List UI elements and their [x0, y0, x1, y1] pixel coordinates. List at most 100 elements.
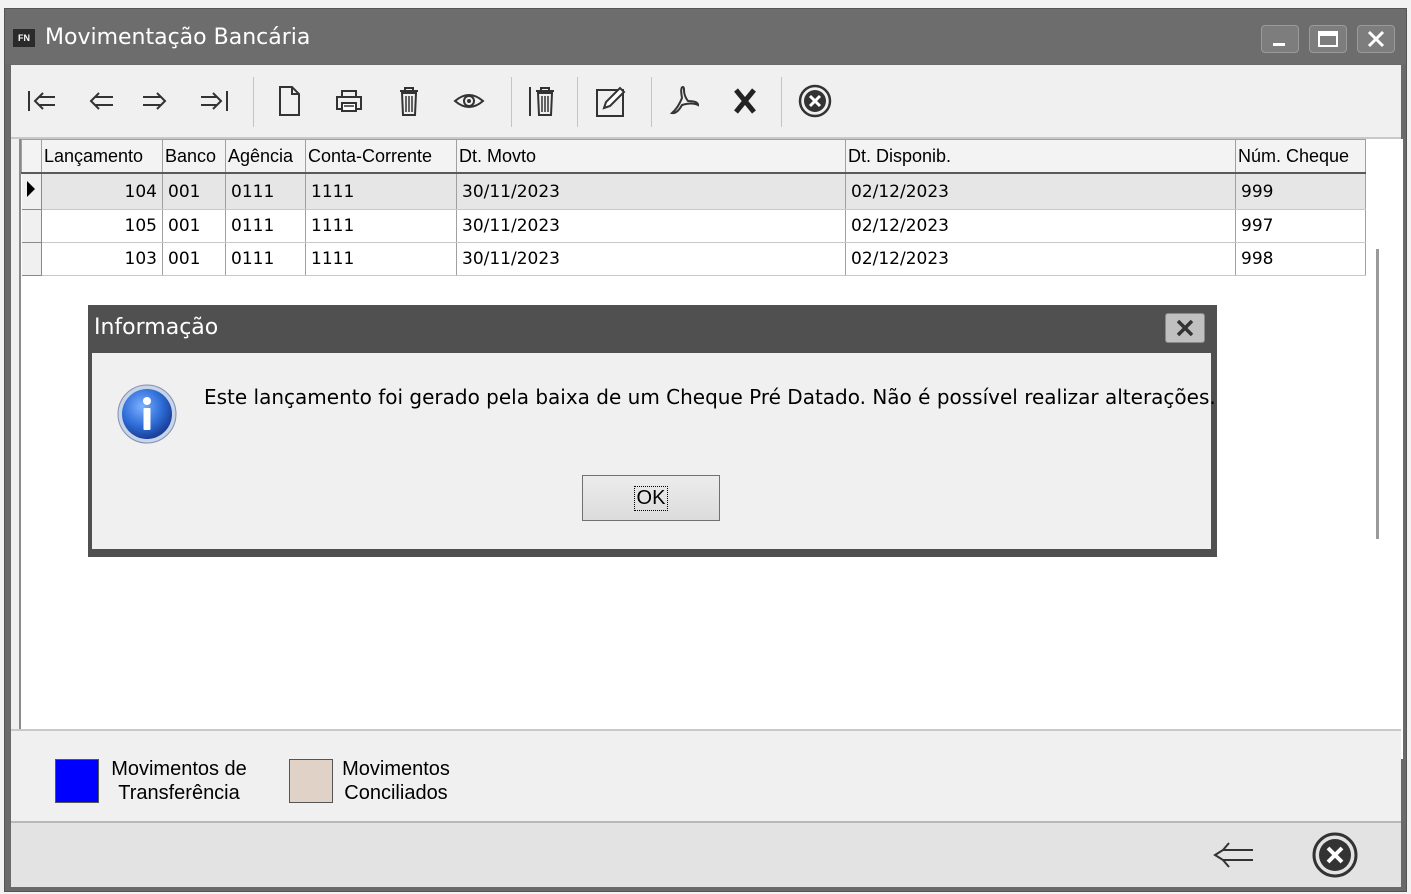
- toolbar: [11, 65, 1401, 139]
- view-button[interactable]: [449, 83, 489, 119]
- view-icon: [453, 94, 485, 108]
- next-record-button[interactable]: [137, 83, 177, 119]
- cancel-icon: [1312, 832, 1358, 878]
- cell-agencia[interactable]: 0111: [225, 209, 306, 243]
- info-icon: [116, 383, 178, 449]
- legend-swatch-transferencia: [55, 759, 99, 803]
- legend-label-transferencia: Movimentos de Transferência: [109, 757, 249, 805]
- delete-icon: [400, 87, 418, 116]
- first-record-icon: [28, 91, 55, 111]
- bottom-bar: [11, 821, 1401, 887]
- legend-label-line: Movimentos: [342, 758, 450, 780]
- table-row[interactable]: 103 001 0111 1111 30/11/2023 02/12/2023 …: [21, 242, 1366, 276]
- ok-button[interactable]: OK: [582, 475, 720, 521]
- cell-dt-movto[interactable]: 30/11/2023: [456, 173, 846, 210]
- dialog-body: Este lançamento foi gerado pela baixa de…: [92, 353, 1216, 549]
- toolbar-separator: [577, 77, 578, 127]
- title-bar: FN Movimentação Bancária: [5, 9, 1406, 64]
- cell-num-cheque[interactable]: 999: [1235, 173, 1366, 210]
- delete-button[interactable]: [389, 83, 429, 119]
- cell-dt-disponib[interactable]: 02/12/2023: [845, 242, 1236, 276]
- cell-agencia[interactable]: 0111: [225, 173, 306, 210]
- cancel-toolbar-button[interactable]: [795, 83, 835, 119]
- cell-dt-movto[interactable]: 30/11/2023: [456, 242, 846, 276]
- close-icon: [1367, 30, 1385, 48]
- column-header-conta-corrente[interactable]: Conta-Corrente: [305, 139, 457, 174]
- row-indicator[interactable]: [21, 173, 42, 210]
- cancel-icon: [798, 84, 832, 118]
- cell-banco[interactable]: 001: [162, 173, 226, 210]
- legend-swatch-conciliados: [289, 759, 333, 803]
- cell-lancamento[interactable]: 104: [41, 173, 163, 210]
- ok-button-label: OK: [633, 485, 669, 511]
- cell-dt-disponib[interactable]: 02/12/2023: [845, 173, 1236, 210]
- cell-lancamento[interactable]: 103: [41, 242, 163, 276]
- cell-num-cheque[interactable]: 998: [1235, 242, 1366, 276]
- row-indicator[interactable]: [21, 242, 42, 276]
- pdf-icon: [669, 85, 700, 115]
- cell-lancamento[interactable]: 105: [41, 209, 163, 243]
- column-header-dt-movto[interactable]: Dt. Movto: [456, 139, 846, 174]
- cell-dt-movto[interactable]: 30/11/2023: [456, 209, 846, 243]
- edit-button[interactable]: [591, 83, 631, 119]
- cell-conta-corrente[interactable]: 1111: [305, 242, 457, 276]
- legend-panel: Movimentos de Transferência Movimentos C…: [11, 729, 1401, 821]
- close-form-button[interactable]: [1311, 831, 1359, 883]
- back-arrow-icon: [1213, 842, 1253, 868]
- cell-conta-corrente[interactable]: 1111: [305, 173, 457, 210]
- cell-banco[interactable]: 001: [162, 242, 226, 276]
- legend-label-line: Movimentos de: [111, 758, 247, 780]
- maximize-icon: [1318, 31, 1338, 47]
- print-button[interactable]: [329, 83, 369, 119]
- excel-icon: [734, 88, 756, 114]
- cell-banco[interactable]: 001: [162, 209, 226, 243]
- dialog-title: Informação: [94, 315, 219, 340]
- new-record-button[interactable]: [269, 83, 309, 119]
- next-record-icon: [143, 92, 167, 110]
- minimize-button[interactable]: [1261, 25, 1299, 53]
- print-icon: [336, 90, 362, 112]
- edit-icon: [596, 86, 626, 117]
- column-header-banco[interactable]: Banco: [162, 139, 226, 174]
- close-icon: [1176, 319, 1194, 337]
- column-header-num-cheque[interactable]: Núm. Cheque: [1235, 139, 1366, 174]
- previous-record-icon: [89, 92, 113, 110]
- delete-all-button[interactable]: [523, 83, 563, 119]
- delete-all-icon: [529, 87, 554, 116]
- cell-agencia[interactable]: 0111: [225, 242, 306, 276]
- dialog-close-button[interactable]: [1165, 313, 1205, 343]
- export-excel-button[interactable]: [725, 83, 765, 119]
- column-header-agencia[interactable]: Agência: [225, 139, 306, 174]
- legend-label-conciliados: Movimentos Conciliados: [341, 757, 451, 805]
- previous-record-button[interactable]: [79, 83, 119, 119]
- toolbar-separator: [511, 77, 512, 127]
- last-record-icon: [201, 91, 228, 111]
- cell-num-cheque[interactable]: 997: [1235, 209, 1366, 243]
- column-header-lancamento[interactable]: Lançamento: [41, 139, 163, 174]
- maximize-button[interactable]: [1309, 25, 1347, 53]
- column-header-dt-disponib[interactable]: Dt. Disponib.: [845, 139, 1236, 174]
- legend-label-line: Transferência: [118, 782, 240, 804]
- last-record-button[interactable]: [195, 83, 235, 119]
- table-row[interactable]: 105 001 0111 1111 30/11/2023 02/12/2023 …: [21, 209, 1366, 243]
- grid-header-row: Lançamento Banco Agência Conta-Corrente …: [21, 139, 1366, 174]
- info-dialog: Informação Este lançamento foi gerado pe…: [88, 305, 1217, 557]
- export-pdf-button[interactable]: [665, 83, 705, 119]
- table-row[interactable]: 104 001 0111 1111 30/11/2023 02/12/2023 …: [21, 173, 1366, 210]
- toolbar-separator: [781, 77, 782, 127]
- row-indicator-header: [21, 139, 42, 174]
- grid-scrollbar[interactable]: [1376, 249, 1379, 539]
- close-button[interactable]: [1357, 25, 1395, 53]
- movements-grid: Lançamento Banco Agência Conta-Corrente …: [21, 139, 1366, 276]
- dialog-message: Este lançamento foi gerado pela baixa de…: [204, 385, 1216, 409]
- legend-label-line: Conciliados: [344, 782, 448, 804]
- back-button[interactable]: [1207, 835, 1257, 879]
- toolbar-separator: [651, 77, 652, 127]
- window-title: Movimentação Bancária: [45, 25, 311, 50]
- first-record-button[interactable]: [21, 83, 61, 119]
- current-row-arrow-icon: [26, 181, 35, 197]
- app-icon: FN: [13, 29, 35, 47]
- row-indicator[interactable]: [21, 209, 42, 243]
- cell-conta-corrente[interactable]: 1111: [305, 209, 457, 243]
- cell-dt-disponib[interactable]: 02/12/2023: [845, 209, 1236, 243]
